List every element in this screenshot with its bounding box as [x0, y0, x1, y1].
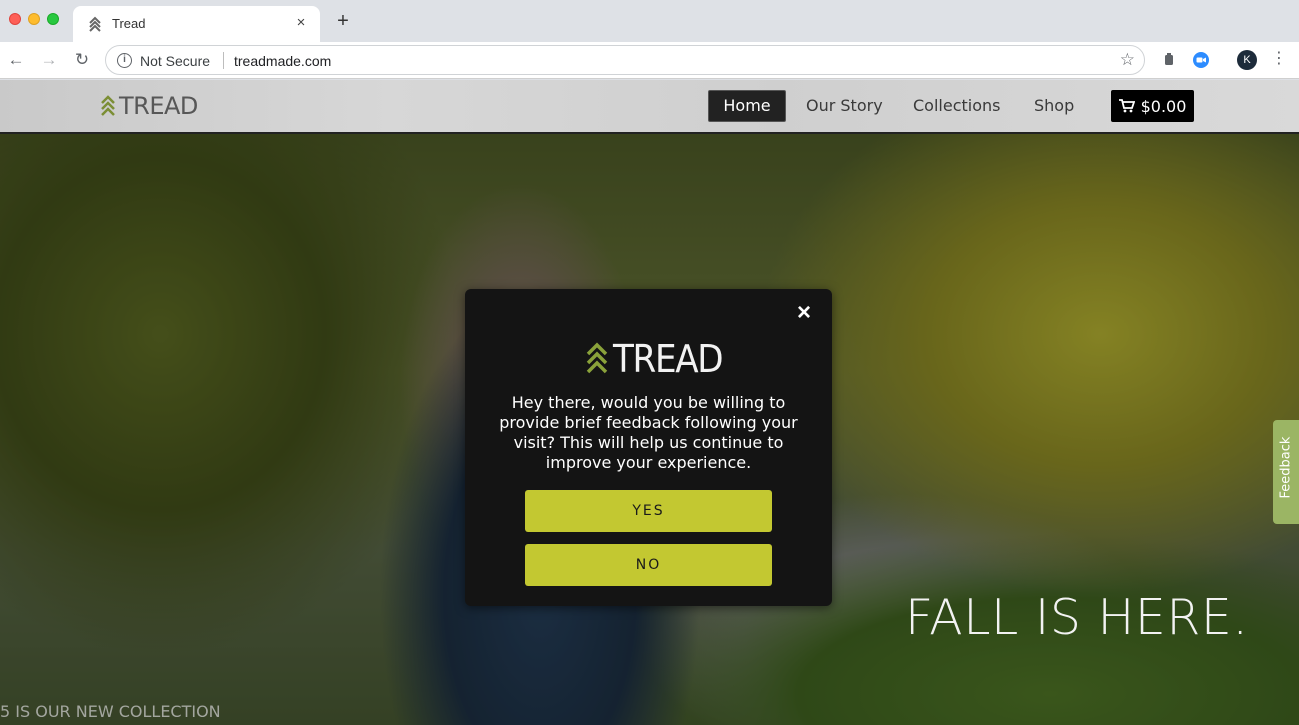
- forward-button[interactable]: →: [39, 50, 59, 70]
- hero-subtext: 5 IS OUR NEW COLLECTION: [0, 702, 221, 721]
- tread-chevron-logo-icon: [586, 342, 608, 374]
- yes-button[interactable]: YES: [525, 490, 772, 532]
- tab-title: Tread: [112, 16, 146, 31]
- minimize-window-button[interactable]: [28, 13, 40, 25]
- feedback-tab[interactable]: Feedback: [1273, 420, 1299, 524]
- hero-heading: FALL IS HERE.: [905, 589, 1249, 646]
- site-header: TREAD Home Our Story Collections Shop $0…: [0, 80, 1299, 134]
- modal-logo-text: TREAD: [613, 337, 724, 381]
- address-bar[interactable]: i Not Secure treadmade.com ☆: [105, 45, 1145, 75]
- modal-logo: TREAD: [585, 337, 734, 381]
- url-divider: [223, 52, 224, 69]
- feedback-tab-label: Feedback: [1278, 436, 1294, 499]
- tab-close-icon[interactable]: ×: [292, 14, 310, 32]
- close-icon[interactable]: ×: [794, 301, 814, 325]
- zoom-extension-icon[interactable]: [1192, 51, 1210, 69]
- profile-avatar[interactable]: K: [1237, 50, 1257, 70]
- nav-home[interactable]: Home: [708, 90, 786, 122]
- feedback-modal: × TREAD Hey there, would you be willing …: [465, 289, 832, 606]
- no-button[interactable]: NO: [525, 544, 772, 586]
- url-text[interactable]: treadmade.com: [234, 53, 331, 69]
- browser-tab[interactable]: Tread ×: [73, 6, 320, 42]
- maximize-window-button[interactable]: [47, 13, 59, 25]
- tread-chevron-logo-icon: [101, 95, 115, 116]
- nav-collections[interactable]: Collections: [913, 96, 1000, 115]
- reload-button[interactable]: ↻: [72, 50, 92, 70]
- extension-puzzle-icon[interactable]: [1160, 51, 1178, 69]
- security-label: Not Secure: [140, 53, 211, 69]
- site-logo[interactable]: TREAD: [100, 92, 198, 120]
- modal-message: Hey there, would you be willing to provi…: [499, 393, 798, 472]
- nav-shop[interactable]: Shop: [1034, 96, 1074, 115]
- bookmark-star-icon[interactable]: ☆: [1120, 50, 1135, 70]
- shopping-cart-icon: [1118, 99, 1135, 113]
- browser-tab-bar: Tread × +: [0, 0, 1299, 42]
- back-button[interactable]: ←: [6, 50, 26, 70]
- info-icon[interactable]: i: [117, 53, 132, 68]
- site-logo-text: TREAD: [119, 92, 198, 120]
- new-tab-button[interactable]: +: [332, 10, 354, 32]
- browser-menu-icon[interactable]: ⋮: [1271, 49, 1287, 69]
- nav-our-story[interactable]: Our Story: [806, 96, 883, 115]
- cart-button[interactable]: $0.00: [1111, 90, 1194, 122]
- tread-favicon-icon: [89, 16, 101, 32]
- cart-total: $0.00: [1140, 96, 1187, 116]
- web-page: FALL IS HERE. 5 IS OUR NEW COLLECTION TR…: [0, 80, 1299, 725]
- close-window-button[interactable]: [9, 13, 21, 25]
- browser-toolbar: ← → ↻ i Not Secure treadmade.com ☆ K ⋮: [0, 42, 1299, 79]
